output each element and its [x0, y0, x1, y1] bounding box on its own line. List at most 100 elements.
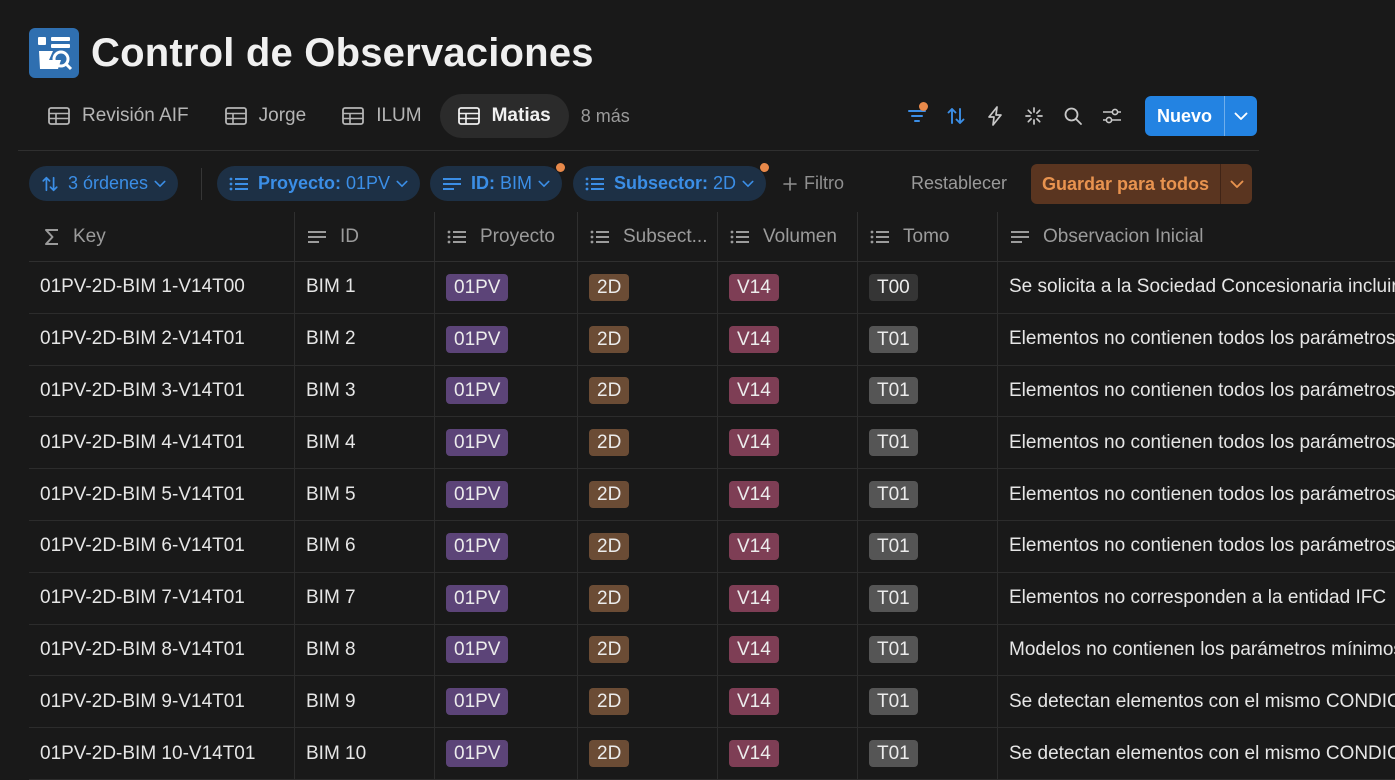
table-cell[interactable]: BIM 5	[295, 469, 435, 520]
table-cell[interactable]: BIM 7	[295, 572, 435, 624]
table-cell[interactable]: 2D	[578, 313, 718, 365]
table-cell[interactable]: 2D	[578, 676, 718, 728]
reset-button[interactable]: Restablecer	[911, 166, 1007, 201]
column-header-proyecto[interactable]: Proyecto	[435, 212, 578, 262]
table-cell[interactable]: 01PV-2D-BIM 2-V14T01	[29, 313, 295, 365]
table-cell[interactable]: T01	[858, 469, 998, 520]
table-cell[interactable]: Se detectan elementos con el mismo CONDI…	[998, 676, 1395, 727]
table-cell[interactable]: 01PV-2D-BIM 5-V14T01	[29, 469, 295, 520]
column-header-id[interactable]: ID	[295, 212, 435, 262]
table-cell[interactable]: T01	[858, 520, 998, 572]
table-cell[interactable]: V14	[718, 313, 858, 365]
chevron-down-icon[interactable]	[1224, 96, 1257, 136]
table-cell[interactable]: V14	[718, 262, 858, 313]
table-cell[interactable]: 2D	[578, 728, 718, 779]
table-cell[interactable]: BIM 8	[295, 624, 435, 676]
add-filter-button[interactable]: Filtro	[783, 166, 844, 201]
table-cell[interactable]: V14	[718, 520, 858, 572]
table-cell[interactable]: 01PV	[435, 520, 578, 572]
column-header-key[interactable]: Key	[29, 212, 295, 262]
search-icon[interactable]	[1053, 96, 1092, 136]
table-cell[interactable]: V14	[718, 365, 858, 417]
table-cell[interactable]: Elementos no contienen todos los parámet…	[998, 469, 1395, 520]
table-cell[interactable]: 01PV-2D-BIM 8-V14T01	[29, 624, 295, 676]
table-cell[interactable]: BIM 3	[295, 365, 435, 417]
filter-chip-proyecto[interactable]: Proyecto: 01PV	[217, 166, 421, 201]
table-cell[interactable]: T01	[858, 676, 998, 728]
table-cell[interactable]: BIM 4	[295, 417, 435, 469]
table-cell[interactable]: 01PV	[435, 365, 578, 417]
table-cell[interactable]: T01	[858, 417, 998, 469]
column-header-tomo[interactable]: Tomo	[858, 212, 998, 262]
table-cell[interactable]: 2D	[578, 520, 718, 572]
table-cell[interactable]: Se detectan elementos con el mismo CONDI…	[998, 728, 1395, 779]
table-cell[interactable]: 01PV-2D-BIM 4-V14T01	[29, 417, 295, 469]
save-for-all-button[interactable]: Guardar para todos	[1031, 164, 1220, 204]
document-inspection-icon[interactable]	[29, 28, 79, 78]
table-cell[interactable]: 2D	[578, 469, 718, 520]
table-cell[interactable]: 01PV	[435, 313, 578, 365]
table-cell[interactable]: 2D	[578, 417, 718, 469]
tab-matias[interactable]: Matias	[439, 94, 569, 138]
new-button[interactable]: Nuevo	[1145, 96, 1224, 136]
table-cell[interactable]: BIM 1	[295, 262, 435, 313]
table-cell[interactable]: Modelos no contienen los parámetros míni…	[998, 625, 1395, 676]
table-cell[interactable]: 01PV-2D-BIM 7-V14T01	[29, 572, 295, 624]
table-cell[interactable]: 2D	[578, 572, 718, 624]
table-cell[interactable]: V14	[718, 572, 858, 624]
table-cell[interactable]: Elementos no contienen todos los parámet…	[998, 521, 1395, 572]
sparkle-icon[interactable]	[1014, 96, 1053, 136]
table-cell[interactable]: T01	[858, 624, 998, 676]
table-cell[interactable]: V14	[718, 469, 858, 520]
filter-chip-id[interactable]: ID: BIM	[430, 163, 566, 201]
table-cell[interactable]: 01PV	[435, 417, 578, 469]
table-row[interactable]: 01PV-2D-BIM 1-V14T00 BIM 1 01PV 2D V14 T00 Se …	[29, 262, 1395, 314]
table-cell[interactable]: Elementos no contienen todos los parámet…	[998, 417, 1395, 468]
table-row[interactable]: 01PV-2D-BIM 4-V14T01 BIM 4 01PV 2D V14 T01 Ele…	[29, 417, 1395, 470]
table-cell[interactable]: V14	[718, 728, 858, 779]
lightning-icon[interactable]	[975, 96, 1014, 136]
table-cell[interactable]: T01	[858, 728, 998, 779]
table-cell[interactable]: BIM 9	[295, 676, 435, 728]
tab-jorge[interactable]: Jorge	[207, 94, 325, 138]
column-header-volumen[interactable]: Volumen	[718, 212, 858, 262]
table-cell[interactable]: 01PV	[435, 728, 578, 779]
table-cell[interactable]: 01PV	[435, 262, 578, 313]
column-header-observacion-inicial[interactable]: Observacion Inicial	[998, 212, 1395, 262]
table-row[interactable]: 01PV-2D-BIM 10-V14T01 BIM 10 01PV 2D V14 T01 S…	[29, 728, 1395, 780]
chevron-down-icon[interactable]	[1220, 164, 1252, 204]
table-cell[interactable]: T01	[858, 313, 998, 365]
table-cell[interactable]: BIM 10	[295, 728, 435, 779]
settings-sliders-icon[interactable]	[1092, 96, 1131, 136]
table-cell[interactable]: 01PV-2D-BIM 9-V14T01	[29, 676, 295, 728]
table-cell[interactable]: 2D	[578, 262, 718, 313]
table-cell[interactable]: V14	[718, 676, 858, 728]
table-cell[interactable]: 01PV	[435, 624, 578, 676]
table-cell[interactable]: 01PV-2D-BIM 10-V14T01	[29, 728, 295, 779]
table-cell[interactable]: T01	[858, 572, 998, 624]
tab-ilum[interactable]: ILUM	[324, 94, 439, 138]
table-cell[interactable]: V14	[718, 417, 858, 469]
table-cell[interactable]: BIM 6	[295, 520, 435, 572]
table-cell[interactable]: 01PV-2D-BIM 3-V14T01	[29, 365, 295, 417]
table-cell[interactable]: V14	[718, 624, 858, 676]
tab-revision-aif[interactable]: Revisión AIF	[30, 94, 207, 138]
table-cell[interactable]: 01PV	[435, 572, 578, 624]
column-header-subsector[interactable]: Subsect...	[578, 212, 718, 262]
table-row[interactable]: 01PV-2D-BIM 5-V14T01 BIM 5 01PV 2D V14 T01 Ele…	[29, 469, 1395, 521]
table-cell[interactable]: Elementos no corresponden a la entidad I…	[998, 573, 1395, 624]
table-cell[interactable]: Se solicita a la Sociedad Concesionaria …	[998, 262, 1395, 313]
table-row[interactable]: 01PV-2D-BIM 3-V14T01 BIM 3 01PV 2D V14 T01 Ele…	[29, 365, 1395, 418]
table-row[interactable]: 01PV-2D-BIM 8-V14T01 BIM 8 01PV 2D V14 T01 Mod…	[29, 624, 1395, 677]
table-row[interactable]: 01PV-2D-BIM 7-V14T01 BIM 7 01PV 2D V14 T01 Ele…	[29, 572, 1395, 625]
table-cell[interactable]: T00	[858, 262, 998, 313]
table-cell[interactable]: Elementos no contienen todos los parámet…	[998, 314, 1395, 365]
table-cell[interactable]: Elementos no contienen todos los parámet…	[998, 366, 1395, 417]
table-cell[interactable]: 01PV	[435, 676, 578, 728]
table-cell[interactable]: 01PV	[435, 469, 578, 520]
table-cell[interactable]: 01PV-2D-BIM 6-V14T01	[29, 520, 295, 572]
table-cell[interactable]: BIM 2	[295, 313, 435, 365]
table-cell[interactable]: 01PV-2D-BIM 1-V14T00	[29, 262, 295, 313]
sorts-chip[interactable]: 3 órdenes	[29, 166, 179, 201]
table-cell[interactable]: T01	[858, 365, 998, 417]
